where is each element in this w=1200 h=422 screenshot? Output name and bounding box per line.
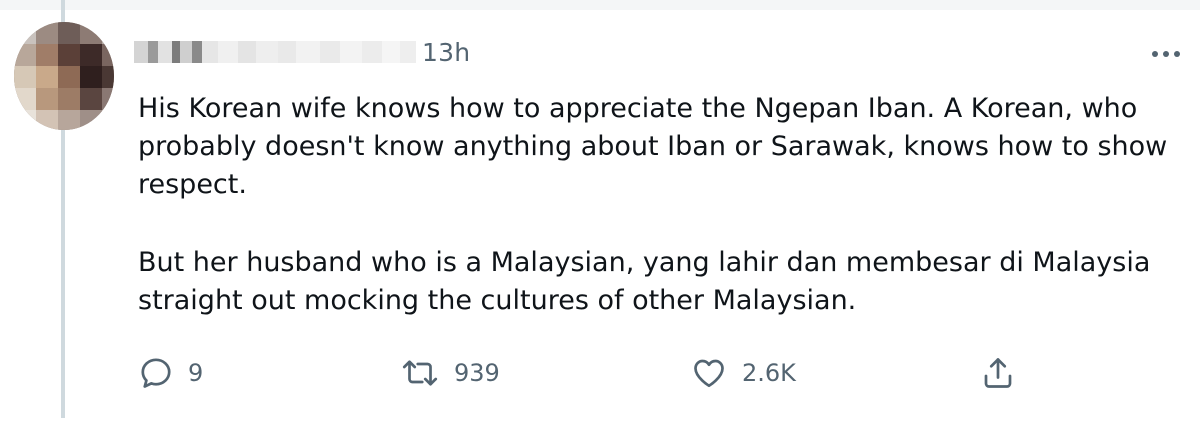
- reply-icon: [141, 358, 171, 388]
- tweet-card: 13h His Korean wife knows how to appreci…: [0, 0, 1200, 422]
- like-count: 2.6K: [742, 359, 796, 387]
- dot-icon: [1163, 51, 1169, 57]
- share-button[interactable]: [980, 350, 1016, 396]
- reply-button[interactable]: 9: [138, 350, 203, 396]
- tweet-text-line: probably doesn't know anything about Iba…: [138, 131, 1168, 162]
- share-icon: [984, 358, 1012, 388]
- dot-icon: [1152, 51, 1158, 57]
- tweet-text-line: But her husband who is a Malaysian, yang…: [138, 247, 1151, 278]
- tweet-actions: 9 939 2.6K: [0, 350, 1200, 396]
- retweet-count: 939: [454, 359, 500, 387]
- tweet-text: His Korean wife knows how to appreciate …: [138, 90, 1188, 320]
- retweet-icon: [402, 360, 438, 386]
- tweet-text-line: His Korean wife knows how to appreciate …: [138, 93, 1138, 124]
- dot-icon: [1174, 51, 1180, 57]
- more-options-button[interactable]: [1146, 40, 1186, 68]
- tweet-text-line: respect.: [138, 169, 247, 200]
- tweet-header: 13h: [134, 34, 470, 70]
- tweet-text-line: straight out mocking the cultures of oth…: [138, 285, 857, 316]
- like-button[interactable]: 2.6K: [690, 350, 796, 396]
- tweet-timestamp[interactable]: 13h: [422, 38, 470, 67]
- reply-count: 9: [188, 359, 204, 387]
- heart-icon: [694, 359, 724, 388]
- avatar[interactable]: [14, 22, 114, 130]
- retweet-button[interactable]: 939: [400, 350, 500, 396]
- top-divider: [0, 0, 1200, 10]
- author-name-redacted[interactable]: [134, 41, 416, 63]
